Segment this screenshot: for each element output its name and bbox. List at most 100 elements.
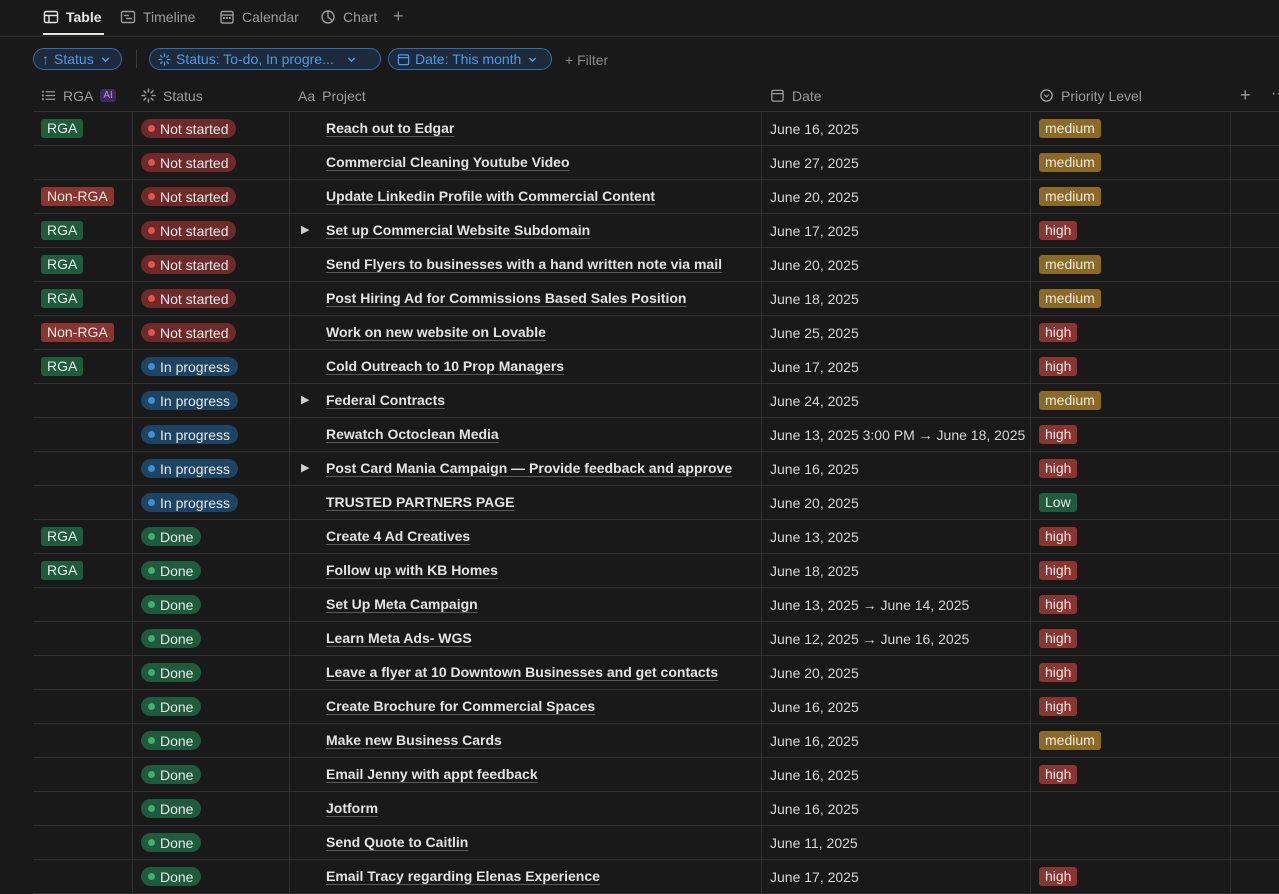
project-title[interactable]: Cold Outreach to 10 Prop Managers <box>326 358 564 374</box>
status-cell[interactable]: Done <box>141 629 202 648</box>
project-title[interactable]: Email Tracy regarding Elenas Experience <box>326 868 600 884</box>
project-title[interactable]: Create 4 Ad Creatives <box>326 528 470 544</box>
rga-cell[interactable]: RGA <box>41 357 84 376</box>
column-header-status[interactable]: Status <box>141 80 203 111</box>
status-cell[interactable]: Not started <box>141 221 237 240</box>
status-cell[interactable]: Not started <box>141 187 237 206</box>
project-title[interactable]: Set up Commercial Website Subdomain <box>326 222 590 238</box>
table-row[interactable]: RGA In progress Cold Outreach to 10 Prop M… <box>33 350 1279 384</box>
project-title[interactable]: Follow up with KB Homes <box>326 562 498 578</box>
add-filter-button[interactable]: + Filter <box>565 52 608 68</box>
priority-cell[interactable]: medium <box>1039 391 1101 410</box>
project-title[interactable]: TRUSTED PARTNERS PAGE <box>326 494 515 510</box>
status-cell[interactable]: Not started <box>141 255 237 274</box>
priority-cell[interactable]: high <box>1039 867 1078 886</box>
table-row[interactable]: In progress ▶ Federal Contracts June 24, 20… <box>33 384 1279 418</box>
status-cell[interactable]: In progress <box>141 425 239 444</box>
table-row[interactable]: In progress TRUSTED PARTNERS PAGE June 20,… <box>33 486 1279 520</box>
add-view-button[interactable]: + <box>393 6 404 27</box>
project-title[interactable]: Learn Meta Ads- WGS <box>326 630 472 646</box>
status-cell[interactable]: Done <box>141 765 202 784</box>
priority-cell[interactable]: high <box>1039 527 1078 546</box>
date-cell[interactable]: June 18, 2025 <box>770 563 1031 579</box>
date-cell[interactable]: June 27, 2025 <box>770 155 1031 171</box>
priority-cell[interactable]: medium <box>1039 255 1101 274</box>
project-title[interactable]: Email Jenny with appt feedback <box>326 766 538 782</box>
priority-cell[interactable]: medium <box>1039 153 1101 172</box>
table-row[interactable]: Done Send Quote to Caitlin June 11, 2025 <box>33 826 1279 860</box>
date-cell[interactable]: June 16, 2025 <box>770 733 1031 749</box>
table-row[interactable]: RGA Done Create 4 Ad Creatives June 13, 202… <box>33 520 1279 554</box>
tab-table[interactable]: Table <box>43 0 104 35</box>
priority-cell[interactable]: high <box>1039 323 1078 342</box>
table-row[interactable]: Done Leave a flyer at 10 Downtown Busines… <box>33 656 1279 690</box>
project-title[interactable]: Create Brochure for Commercial Spaces <box>326 698 595 714</box>
status-cell[interactable]: Done <box>141 833 202 852</box>
priority-cell[interactable]: high <box>1039 595 1078 614</box>
priority-cell[interactable]: high <box>1039 765 1078 784</box>
status-cell[interactable]: Not started <box>141 323 237 342</box>
rga-cell[interactable]: Non-RGA <box>41 187 114 206</box>
project-title[interactable]: Post Card Mania Campaign — Provide feedb… <box>326 460 732 476</box>
status-cell[interactable]: Done <box>141 867 202 886</box>
status-cell[interactable]: In progress <box>141 391 239 410</box>
table-row[interactable]: Done Email Jenny with appt feedback June 1… <box>33 758 1279 792</box>
column-header-date[interactable]: Date <box>770 80 822 111</box>
rga-cell[interactable]: RGA <box>41 255 84 274</box>
column-header-rga[interactable]: RGA AI <box>41 80 116 111</box>
date-cell[interactable]: June 13, 2025 → June 14, 2025 <box>770 597 1031 613</box>
table-row[interactable]: Done Email Tracy regarding Elenas Experie… <box>33 860 1279 894</box>
priority-cell[interactable]: medium <box>1039 119 1101 138</box>
date-cell[interactable]: June 20, 2025 <box>770 257 1031 273</box>
date-cell[interactable]: June 11, 2025 <box>770 835 1031 851</box>
table-row[interactable]: Non-RGA Not started Work on new website on… <box>33 316 1279 350</box>
status-cell[interactable]: Done <box>141 799 202 818</box>
priority-cell[interactable]: high <box>1039 425 1078 444</box>
add-property-button[interactable]: + <box>1240 85 1251 106</box>
priority-cell[interactable]: high <box>1039 561 1078 580</box>
status-cell[interactable]: In progress <box>141 459 239 478</box>
status-cell[interactable]: Done <box>141 663 202 682</box>
date-cell[interactable]: June 24, 2025 <box>770 393 1031 409</box>
project-title[interactable]: Reach out to Edgar <box>326 120 454 136</box>
project-title[interactable]: Set Up Meta Campaign <box>326 596 478 612</box>
date-cell[interactable]: June 25, 2025 <box>770 325 1031 341</box>
tab-timeline[interactable]: Timeline <box>120 0 195 33</box>
date-cell[interactable]: June 16, 2025 <box>770 801 1031 817</box>
status-cell[interactable]: Not started <box>141 289 237 308</box>
table-row[interactable]: RGA Not started Send Flyers to businesses … <box>33 248 1279 282</box>
date-cell[interactable]: June 18, 2025 <box>770 291 1031 307</box>
date-cell[interactable]: June 20, 2025 <box>770 495 1031 511</box>
date-cell[interactable]: June 12, 2025 → June 16, 2025 <box>770 631 1031 647</box>
date-cell[interactable]: June 20, 2025 <box>770 665 1031 681</box>
table-row[interactable]: Non-RGA Not started Update Linkedin Profil… <box>33 180 1279 214</box>
project-title[interactable]: Send Quote to Caitlin <box>326 834 468 850</box>
priority-cell[interactable]: high <box>1039 663 1078 682</box>
rga-cell[interactable]: RGA <box>41 527 84 546</box>
date-cell[interactable]: June 17, 2025 <box>770 359 1031 375</box>
project-title[interactable]: Rewatch Octoclean Media <box>326 426 499 442</box>
priority-cell[interactable]: high <box>1039 221 1078 240</box>
status-cell[interactable]: In progress <box>141 493 239 512</box>
priority-cell[interactable]: high <box>1039 459 1078 478</box>
status-filter-chip[interactable]: Status: To-do, In progre... <box>149 48 381 70</box>
table-row[interactable]: RGA Not started Reach out to Edgar June 16,… <box>33 112 1279 146</box>
table-row[interactable]: Done Set Up Meta Campaign June 13, 2025 → … <box>33 588 1279 622</box>
rga-cell[interactable]: RGA <box>41 561 84 580</box>
tab-calendar[interactable]: Calendar <box>219 0 299 33</box>
project-title[interactable]: Update Linkedin Profile with Commercial … <box>326 188 655 204</box>
project-title[interactable]: Federal Contracts <box>326 392 445 408</box>
date-cell[interactable]: June 20, 2025 <box>770 189 1031 205</box>
project-title[interactable]: Work on new website on Lovable <box>326 324 546 340</box>
project-title[interactable]: Commercial Cleaning Youtube Video <box>326 154 570 170</box>
status-cell[interactable]: Done <box>141 731 202 750</box>
toggle-triangle-icon[interactable]: ▶ <box>301 461 309 474</box>
date-filter-chip[interactable]: Date: This month <box>388 48 552 70</box>
priority-cell[interactable]: medium <box>1039 289 1101 308</box>
table-row[interactable]: RGA Not started Post Hiring Ad for Commiss… <box>33 282 1279 316</box>
priority-cell[interactable]: high <box>1039 697 1078 716</box>
table-row[interactable]: Done Jotform June 16, 2025 <box>33 792 1279 826</box>
status-cell[interactable]: Done <box>141 595 202 614</box>
priority-cell[interactable]: high <box>1039 357 1078 376</box>
project-title[interactable]: Make new Business Cards <box>326 732 502 748</box>
